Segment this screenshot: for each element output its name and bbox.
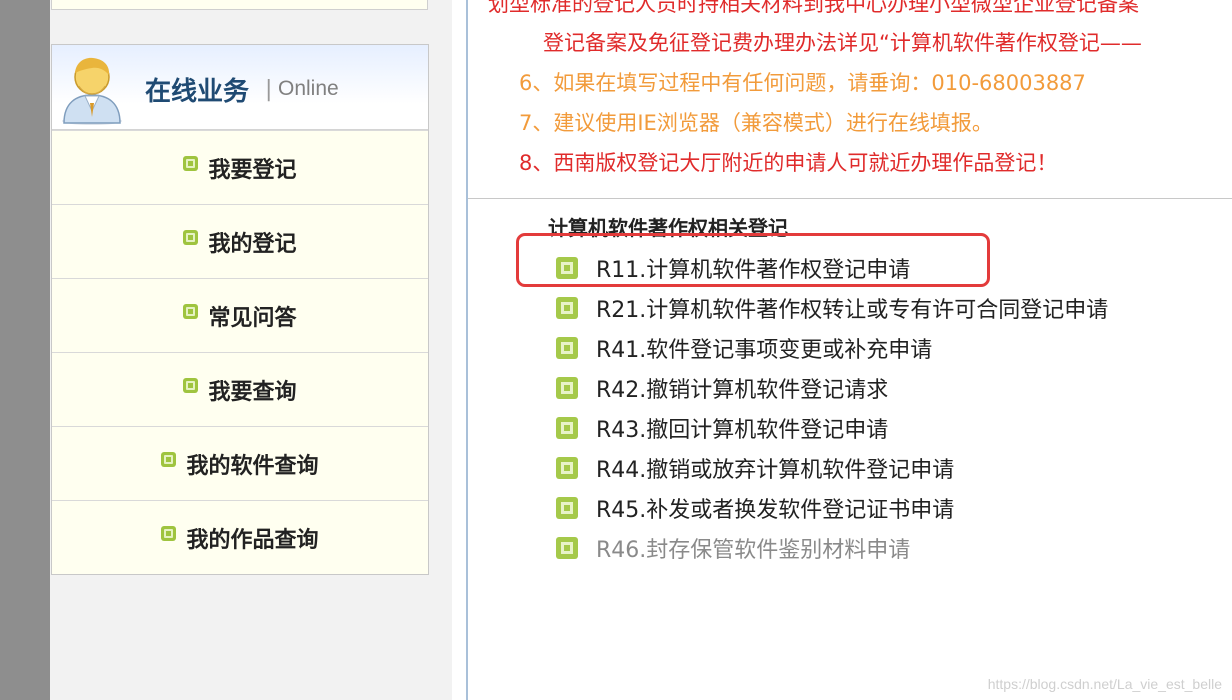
sidebar-item-my-works-query[interactable]: 我的作品查询 [52, 500, 428, 574]
user-avatar-icon [62, 57, 122, 125]
application-link-r45[interactable]: R45.补发或者换发软件登记证书申请 [556, 488, 1108, 528]
bullet-icon [556, 257, 578, 279]
application-label: R44.撤销或放弃计算机软件登记申请 [596, 458, 955, 483]
sidebar-item-label: 我要查询 [208, 379, 297, 405]
sidebar-item-label: 我的软件查询 [186, 453, 319, 479]
bullet-icon [183, 304, 199, 319]
bullet-icon [556, 417, 578, 439]
bullet-icon [556, 537, 578, 559]
application-link-r21[interactable]: R21.计算机软件著作权转让或专有许可合同登记申请 [556, 288, 1108, 328]
application-link-r43[interactable]: R43.撤回计算机软件登记申请 [556, 408, 1108, 448]
application-link-r41[interactable]: R41.软件登记事项变更或补充申请 [556, 328, 1108, 368]
bullet-icon [556, 457, 578, 479]
panel-subtitle: Online [278, 77, 339, 100]
notice-line-8: 8、西南版权登记大厅附近的申请人可就近办理作品登记！ [519, 151, 1058, 175]
previous-panel-edge [51, 0, 428, 10]
bullet-icon [161, 526, 177, 541]
sidebar-item-my-registrations[interactable]: 我的登记 [52, 204, 428, 278]
watermark: https://blog.csdn.net/La_vie_est_belle [987, 676, 1222, 692]
bullet-icon [556, 377, 578, 399]
notice-line-7: 7、建议使用IE浏览器（兼容模式）进行在线填报。 [519, 111, 993, 135]
title-separator: | [265, 77, 273, 102]
bullet-icon [556, 297, 578, 319]
application-link-r42[interactable]: R42.撤销计算机软件登记请求 [556, 368, 1108, 408]
notice-line-6: 6、如果在填写过程中有任何问题，请垂询：010-68003887 [519, 71, 1086, 95]
application-label: R41.软件登记事项变更或补充申请 [596, 338, 933, 363]
section-title: 计算机软件著作权相关登记 [548, 216, 788, 240]
panel-header: 在线业务 | Online [52, 45, 428, 130]
notice-line-top: 划型标准的登记人员时持相关材料到我中心办理小型微型企业登记备案 [488, 0, 1139, 16]
sidebar-item-label: 我的登记 [208, 231, 297, 257]
bullet-icon [161, 452, 177, 467]
application-label: R46.封存保管软件鉴别材料申请 [596, 538, 911, 563]
application-label: R45.补发或者换发软件登记证书申请 [596, 498, 955, 523]
sidebar-item-faq[interactable]: 常见问答 [52, 278, 428, 352]
online-business-panel: 在线业务 | Online 我要登记 我的登记 常见问答 我要查询 我的软件查询… [51, 44, 429, 575]
application-link-r11[interactable]: R11.计算机软件著作权登记申请 [556, 248, 1108, 288]
sidebar-item-label: 我要登记 [208, 157, 297, 183]
application-label: R21.计算机软件著作权转让或专有许可合同登记申请 [596, 298, 1109, 323]
application-list: R11.计算机软件著作权登记申请 R21.计算机软件著作权转让或专有许可合同登记… [556, 248, 1108, 568]
panel-title: 在线业务 [145, 77, 250, 107]
sidebar-item-label: 我的作品查询 [186, 527, 319, 553]
application-label: R42.撤销计算机软件登记请求 [596, 378, 889, 403]
sidebar-item-query[interactable]: 我要查询 [52, 352, 428, 426]
notice-line-2: 登记备案及免征登记费办理办法详见“计算机软件著作权登记—— [543, 31, 1142, 55]
bullet-icon [556, 337, 578, 359]
application-link-r44[interactable]: R44.撤销或放弃计算机软件登记申请 [556, 448, 1108, 488]
bullet-icon [556, 497, 578, 519]
bullet-icon [183, 230, 199, 245]
bullet-icon [183, 156, 199, 171]
section-divider [468, 198, 1232, 199]
application-label: R11.计算机软件著作权登记申请 [596, 258, 911, 283]
bullet-icon [183, 378, 199, 393]
application-link-r46[interactable]: R46.封存保管软件鉴别材料申请 [556, 528, 1108, 568]
window-left-edge [0, 0, 50, 700]
sidebar-item-my-software-query[interactable]: 我的软件查询 [52, 426, 428, 500]
sidebar-item-register[interactable]: 我要登记 [52, 130, 428, 204]
sidebar-item-label: 常见问答 [208, 305, 297, 331]
application-label: R43.撤回计算机软件登记申请 [596, 418, 889, 443]
